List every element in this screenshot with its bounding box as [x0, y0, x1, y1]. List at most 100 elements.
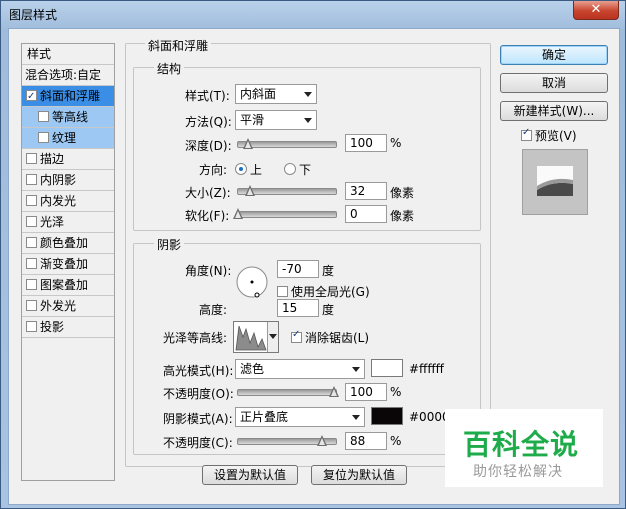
- checkbox[interactable]: [38, 132, 49, 143]
- size-slider[interactable]: [237, 185, 337, 196]
- cancel-button[interactable]: 取消: [500, 73, 608, 93]
- chevron-down-icon: [352, 415, 360, 420]
- angle-dial[interactable]: [235, 265, 269, 299]
- shadow-mode-value: 正片叠底: [240, 410, 289, 424]
- new-style-button[interactable]: 新建样式(W)...: [500, 101, 608, 121]
- soften-input[interactable]: 0: [345, 205, 387, 223]
- slider-thumb[interactable]: [329, 386, 339, 397]
- direction-up-radio[interactable]: 上: [235, 161, 262, 178]
- reset-default-button[interactable]: 复位为默认值: [311, 465, 407, 485]
- style-select-value: 内斜面: [240, 87, 277, 101]
- slider-thumb[interactable]: [233, 208, 243, 219]
- sidebar-item-blending-options[interactable]: 混合选项:自定: [22, 65, 114, 86]
- angle-dial-handle[interactable]: [254, 292, 260, 298]
- radio-button[interactable]: [235, 163, 247, 175]
- checkbox[interactable]: [26, 321, 37, 332]
- sidebar-item-inner-shadow[interactable]: 内阴影: [22, 170, 114, 191]
- shadow-opacity-input[interactable]: 88: [345, 432, 387, 450]
- global-light-checkbox[interactable]: 使用全局光(G): [277, 283, 370, 300]
- checkbox[interactable]: [26, 279, 37, 290]
- title-bar: 图层样式 ✕: [1, 1, 625, 27]
- depth-slider[interactable]: [237, 138, 337, 149]
- checkbox[interactable]: [26, 300, 37, 311]
- checkbox[interactable]: [26, 87, 37, 107]
- checkbox[interactable]: [521, 127, 532, 141]
- checkbox[interactable]: [291, 329, 302, 343]
- chevron-down-icon: [269, 334, 277, 339]
- sidebar-item-label: 斜面和浮雕: [40, 89, 101, 103]
- gloss-contour-picker[interactable]: [233, 321, 279, 353]
- checkbox[interactable]: [26, 174, 37, 185]
- checkbox[interactable]: [38, 111, 49, 122]
- altitude-label: 高度:: [199, 303, 228, 317]
- altitude-input[interactable]: 15: [277, 299, 319, 317]
- shadow-color-hex: #0000: [409, 410, 450, 424]
- angle-dial-center: [250, 280, 254, 284]
- slider-thumb[interactable]: [245, 185, 256, 196]
- shadow-opacity-slider[interactable]: [237, 435, 337, 446]
- sidebar-item-label: 渐变叠加: [40, 257, 89, 271]
- direction-down-label: 下: [299, 163, 312, 177]
- checkbox[interactable]: [26, 195, 37, 206]
- preview-label: 预览(V): [535, 129, 577, 143]
- ok-button[interactable]: 确定: [500, 45, 608, 65]
- direction-down-radio[interactable]: 下: [284, 161, 311, 178]
- preview-checkbox[interactable]: 预览(V): [521, 127, 577, 144]
- sidebar-item-outer-glow[interactable]: 外发光: [22, 296, 114, 317]
- bevel-emboss-title: 斜面和浮雕: [145, 37, 212, 54]
- style-select[interactable]: 内斜面: [235, 84, 317, 104]
- sidebar-item-label: 内阴影: [40, 173, 77, 187]
- sidebar-item-stroke[interactable]: 描边: [22, 149, 114, 170]
- highlight-color-hex: #ffffff: [409, 362, 444, 376]
- size-input[interactable]: 32: [345, 182, 387, 200]
- sidebar-item-gradient-overlay[interactable]: 渐变叠加: [22, 254, 114, 275]
- shadow-mode-select[interactable]: 正片叠底: [235, 407, 365, 427]
- global-light-label: 使用全局光(G): [291, 285, 370, 299]
- sidebar-item-bevel-emboss[interactable]: 斜面和浮雕: [22, 86, 114, 107]
- contour-preview-icon: [235, 323, 267, 351]
- soften-slider[interactable]: [233, 208, 337, 219]
- checkbox[interactable]: [26, 258, 37, 269]
- radio-button[interactable]: [284, 163, 296, 175]
- contour-dropdown[interactable]: [267, 322, 278, 352]
- sidebar-item-drop-shadow[interactable]: 投影: [22, 317, 114, 338]
- highlight-mode-select[interactable]: 滤色: [235, 359, 365, 379]
- size-unit: 像素: [390, 186, 415, 200]
- sidebar-item-pattern-overlay[interactable]: 图案叠加: [22, 275, 114, 296]
- angle-label: 角度(N):: [185, 264, 232, 278]
- checkbox[interactable]: [26, 216, 37, 227]
- highlight-opacity-label: 不透明度(O):: [163, 387, 234, 401]
- checkbox[interactable]: [26, 153, 37, 164]
- sidebar-item-satin[interactable]: 光泽: [22, 212, 114, 233]
- angle-unit: 度: [322, 264, 335, 278]
- checkbox[interactable]: [26, 237, 37, 248]
- sidebar-item-label: 光泽: [40, 215, 65, 229]
- sidebar-item-label: 内发光: [40, 194, 77, 208]
- sidebar-item-inner-glow[interactable]: 内发光: [22, 191, 114, 212]
- shadow-opacity-unit: %: [390, 434, 402, 448]
- highlight-opacity-input[interactable]: 100: [345, 383, 387, 401]
- checkbox[interactable]: [277, 286, 288, 297]
- style-list-header-label: 样式: [27, 47, 52, 61]
- soften-label: 软化(F):: [185, 209, 230, 223]
- sidebar-item-label: 描边: [40, 152, 65, 166]
- style-list-header: 样式: [22, 44, 114, 65]
- sidebar-item-color-overlay[interactable]: 颜色叠加: [22, 233, 114, 254]
- close-button[interactable]: ✕: [573, 1, 619, 20]
- angle-input[interactable]: -70: [277, 260, 319, 278]
- antialias-checkbox[interactable]: 消除锯齿(L): [291, 329, 369, 346]
- sidebar-item-contour[interactable]: 等高线: [22, 107, 114, 128]
- shadow-mode-label: 阴影模式(A):: [163, 412, 233, 426]
- slider-thumb[interactable]: [242, 138, 253, 149]
- highlight-opacity-slider[interactable]: [237, 386, 339, 397]
- slider-thumb[interactable]: [317, 435, 328, 446]
- shadow-color-swatch[interactable]: [371, 407, 403, 425]
- layer-style-dialog: 图层样式 ✕ 样式 混合选项:自定 斜面和浮雕 等高线 纹理 描边 内阴影 内发…: [0, 0, 626, 509]
- sidebar-item-label: 投影: [40, 320, 65, 334]
- depth-input[interactable]: 100: [345, 134, 387, 152]
- sidebar-item-label: 等高线: [52, 110, 89, 124]
- sidebar-item-texture[interactable]: 纹理: [22, 128, 114, 149]
- make-default-button[interactable]: 设置为默认值: [202, 465, 298, 485]
- highlight-color-swatch[interactable]: [371, 359, 403, 377]
- technique-select[interactable]: 平滑: [235, 110, 317, 130]
